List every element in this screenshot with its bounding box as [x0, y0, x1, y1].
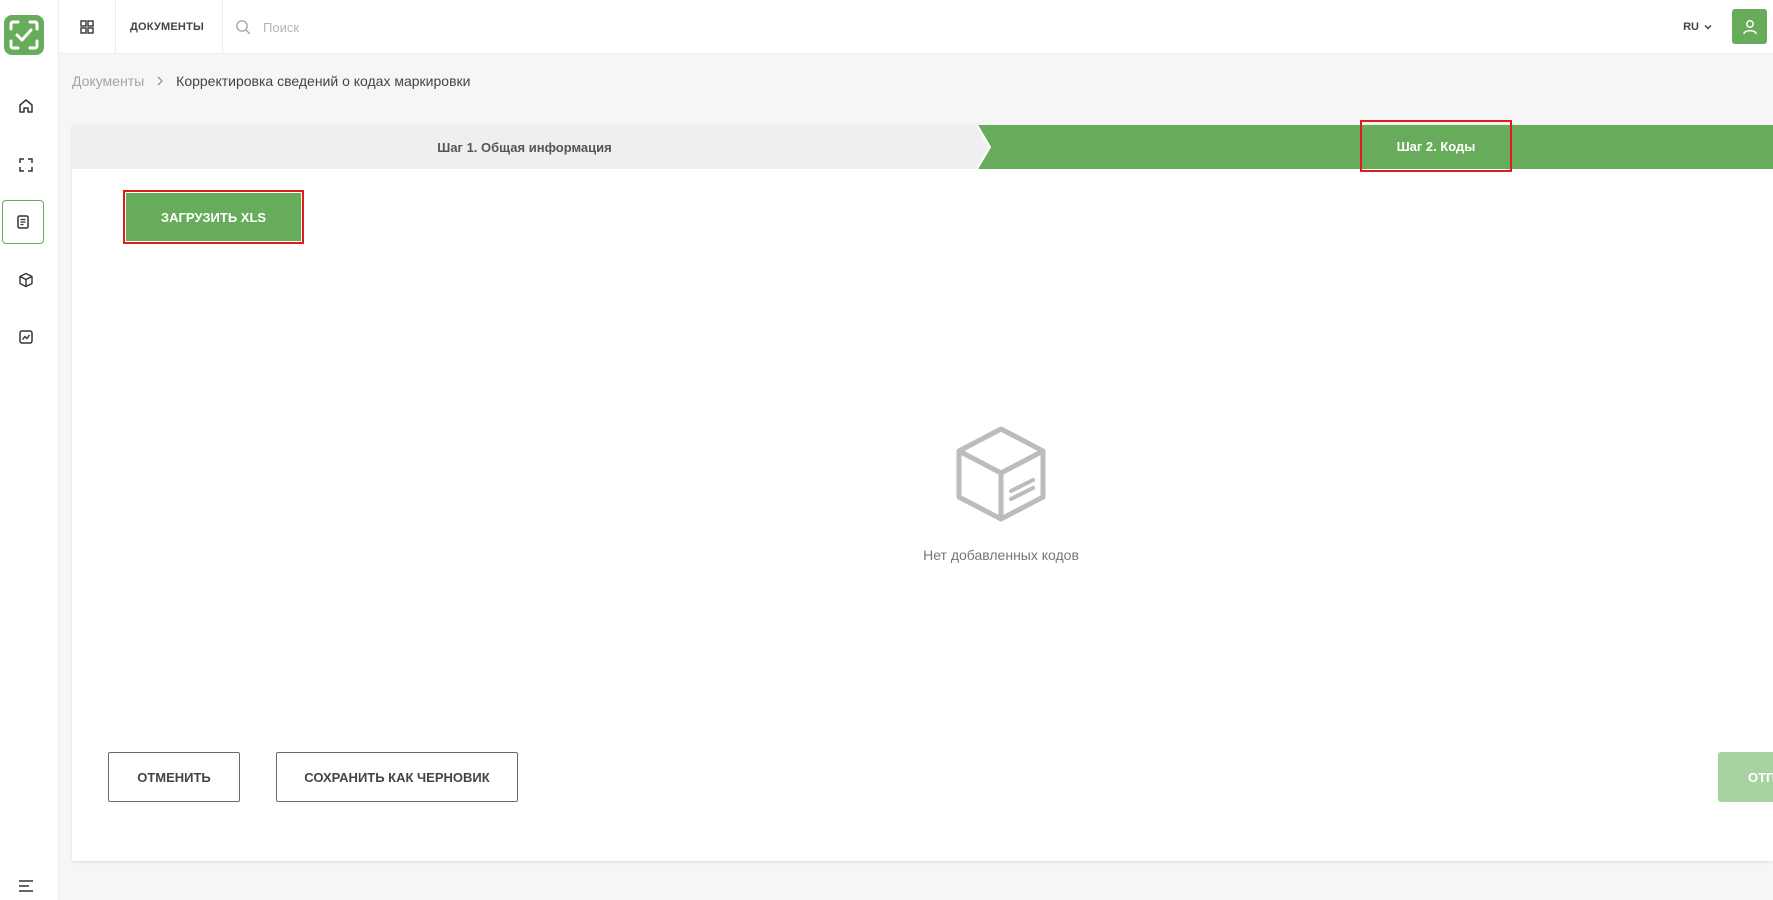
empty-box-icon [956, 426, 1046, 522]
apps-grid-icon [80, 20, 94, 34]
home-icon [18, 98, 33, 113]
step-1-tab[interactable]: Шаг 1. Общая информация [72, 125, 977, 169]
section-title: ДОКУМЕНТЫ [130, 0, 223, 54]
search-input[interactable] [263, 19, 503, 35]
sidebar-item-home[interactable] [7, 87, 44, 124]
language-select[interactable]: RU [1683, 0, 1713, 54]
scan-icon [18, 157, 33, 172]
reports-icon [18, 329, 33, 344]
sidebar-item-reports[interactable] [7, 318, 44, 355]
apps-button[interactable] [59, 0, 116, 54]
sidebar-item-documents[interactable] [2, 200, 44, 244]
document-form-card: Шаг 1. Общая информация Шаг 2. Коды ЗАГР… [72, 120, 1773, 861]
empty-state: Нет добавленных кодов [901, 425, 1101, 563]
cancel-button[interactable]: ОТМЕНИТЬ [108, 752, 240, 802]
search-icon [236, 20, 251, 35]
send-button[interactable]: ОТП [1718, 752, 1773, 802]
step-1-label: Шаг 1. Общая информация [437, 139, 612, 155]
logo-icon [9, 20, 39, 50]
user-profile-button[interactable] [1732, 9, 1767, 44]
sidebar [0, 0, 59, 900]
sidebar-item-products[interactable] [7, 261, 44, 298]
app-logo[interactable] [4, 15, 44, 55]
save-draft-button[interactable]: СОХРАНИТЬ КАК ЧЕРНОВИК [276, 752, 518, 802]
chevron-down-icon [1704, 24, 1712, 30]
search-bar [235, 14, 535, 40]
sidebar-menu-toggle[interactable] [7, 867, 44, 900]
sidebar-item-scan[interactable] [7, 146, 44, 183]
step-2-label: Шаг 2. Коды [1396, 138, 1476, 154]
user-icon [1742, 19, 1757, 34]
upload-highlight: ЗАГРУЗИТЬ XLS [123, 190, 304, 244]
top-bar: ДОКУМЕНТЫ RU [59, 0, 1773, 54]
empty-state-text: Нет добавленных кодов [923, 547, 1079, 563]
upload-xls-button[interactable]: ЗАГРУЗИТЬ XLS [126, 193, 301, 241]
step-arrow-divider [972, 125, 1002, 169]
language-label: RU [1683, 21, 1699, 33]
breadcrumb-documents-link[interactable]: Документы [72, 73, 144, 89]
menu-icon [18, 879, 33, 892]
step-2-label-highlight: Шаг 2. Коды [1360, 120, 1512, 172]
box-icon [18, 272, 33, 287]
breadcrumb-current: Корректировка сведений о кодах маркировк… [176, 73, 471, 89]
breadcrumb: Документы Корректировка сведений о кодах… [72, 73, 470, 89]
steps-bar: Шаг 1. Общая информация Шаг 2. Коды [72, 120, 1773, 172]
documents-icon [17, 215, 29, 229]
chevron-right-icon [156, 76, 164, 86]
